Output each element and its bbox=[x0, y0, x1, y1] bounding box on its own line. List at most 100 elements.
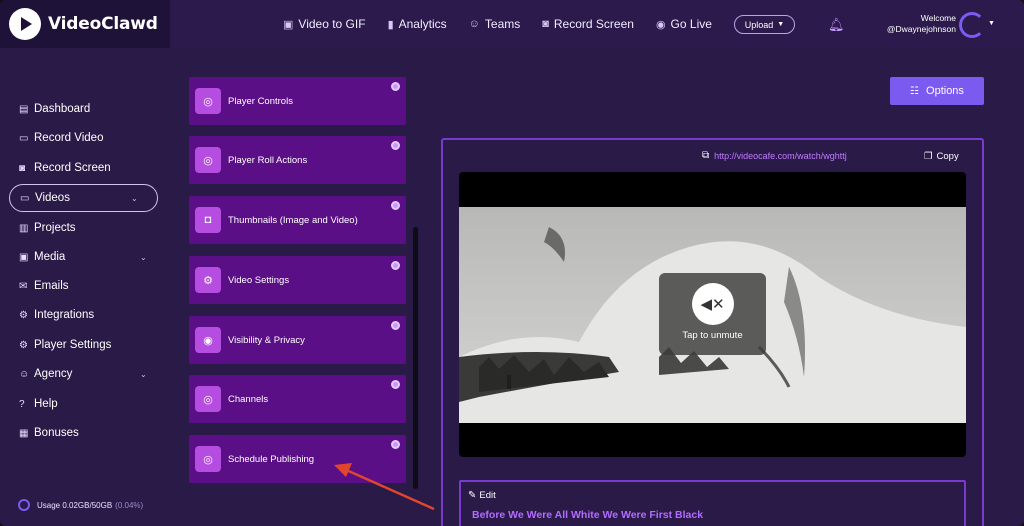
unmute-label: Tap to unmute bbox=[682, 330, 743, 341]
menu-card-channels[interactable]: ◎ Channels bbox=[189, 375, 406, 423]
sidebar-item-label: Record Video bbox=[34, 132, 104, 144]
menu-card-label: Player Controls bbox=[228, 95, 293, 107]
video-icon: ▭ bbox=[20, 192, 30, 204]
muted-speaker-icon: ◀✕ bbox=[691, 283, 734, 325]
help-icon: ? bbox=[19, 398, 25, 410]
info-dot-icon[interactable] bbox=[391, 380, 400, 389]
topnav-label: Go Live bbox=[670, 17, 712, 31]
edit-icon: ✎ bbox=[468, 490, 477, 501]
usage-percent: (0.04%) bbox=[115, 500, 144, 510]
sidebar-item-label: Agency bbox=[34, 368, 73, 380]
chevron-down-icon: ▼ bbox=[777, 21, 785, 28]
menu-card-player-roll-actions[interactable]: ◎ Player Roll Actions bbox=[189, 136, 406, 184]
camera-icon: ◘ bbox=[195, 207, 221, 233]
options-icon: ☷ bbox=[910, 85, 920, 97]
annotation-arrow bbox=[334, 463, 435, 511]
brand-logo[interactable]: VideoClawd bbox=[0, 0, 170, 48]
video-camera-icon: ▭ bbox=[19, 132, 29, 144]
topnav-label: Record Screen bbox=[553, 17, 634, 31]
edit-button[interactable]: ✎ Edit bbox=[468, 490, 496, 501]
sidebar-item-record-video[interactable]: ▭ Record Video bbox=[19, 128, 103, 148]
arrow-shaft bbox=[343, 467, 435, 511]
upload-label: Upload bbox=[744, 19, 774, 30]
folder-icon: ▥ bbox=[19, 222, 29, 234]
info-dot-icon[interactable] bbox=[391, 141, 400, 150]
brand-name: VideoClawd bbox=[48, 14, 158, 34]
gift-icon: ▦ bbox=[19, 427, 29, 439]
bell-icon[interactable]: 🔔︎ bbox=[828, 17, 845, 33]
sidebar-item-label: Help bbox=[34, 398, 58, 410]
options-button[interactable]: ☷ Options bbox=[890, 77, 984, 105]
scrollbar[interactable] bbox=[413, 227, 418, 489]
broadcast-icon: ◉ bbox=[655, 18, 666, 31]
menu-card-player-controls[interactable]: ◎ Player Controls bbox=[189, 77, 406, 125]
menu-card-visibility-privacy[interactable]: ◉ Visibility & Privacy bbox=[189, 316, 406, 364]
bar-chart-icon: ▮ bbox=[387, 18, 394, 31]
sidebar-item-label: Bonuses bbox=[34, 427, 79, 439]
sidebar-item-dashboard[interactable]: ▤ Dashboard bbox=[19, 99, 90, 119]
storage-usage: Usage 0.02GB/50GB (0.04%) bbox=[18, 499, 143, 511]
video-url[interactable]: http://videocafe.com/watch/wghttj bbox=[714, 151, 847, 161]
channels-icon: ◎ bbox=[195, 386, 221, 412]
menu-card-thumbnails[interactable]: ◘ Thumbnails (Image and Video) bbox=[189, 196, 406, 244]
menu-card-label: Visibility & Privacy bbox=[228, 334, 305, 346]
record-icon: ◙ bbox=[542, 18, 549, 30]
sidebar-item-player-settings[interactable]: ⚙ Player Settings bbox=[19, 335, 111, 355]
avatar[interactable] bbox=[959, 12, 985, 38]
sidebar-item-emails[interactable]: ✉ Emails bbox=[19, 276, 69, 296]
topnav-label: Video to GIF bbox=[298, 17, 366, 31]
users-icon: ☺ bbox=[19, 368, 30, 380]
gif-icon: ▣ bbox=[283, 18, 294, 31]
copy-button[interactable]: ❐ Copy bbox=[924, 151, 959, 162]
chevron-down-icon: ⌄ bbox=[131, 193, 138, 203]
unmute-overlay[interactable]: ◀✕ Tap to unmute bbox=[659, 273, 766, 355]
menu-card-video-settings[interactable]: ⚙ Video Settings bbox=[189, 256, 406, 304]
gear-icon: ⚙ bbox=[19, 339, 28, 351]
topnav-analytics[interactable]: ▮ Analytics bbox=[388, 17, 447, 31]
gamepad-icon: ◎ bbox=[195, 88, 221, 114]
copy-label: Copy bbox=[936, 151, 959, 162]
media-icon: ▣ bbox=[19, 251, 29, 263]
sidebar-item-bonuses[interactable]: ▦ Bonuses bbox=[19, 423, 79, 443]
menu-card-label: Thumbnails (Image and Video) bbox=[228, 214, 358, 226]
calendar-icon: ◎ bbox=[195, 446, 221, 472]
video-url-link[interactable]: ⧉ http://videocafe.com/watch/wghttj bbox=[702, 150, 847, 161]
info-dot-icon[interactable] bbox=[391, 82, 400, 91]
sidebar-item-projects[interactable]: ▥ Projects bbox=[19, 218, 76, 238]
record-icon: ◙ bbox=[19, 162, 26, 174]
chevron-down-icon: ⌄ bbox=[140, 252, 147, 262]
user-greeting: Welcome @Dwaynejohnson bbox=[878, 13, 956, 35]
usage-label: Usage 0.02GB/50GB bbox=[37, 500, 113, 510]
sidebar-item-record-screen[interactable]: ◙ Record Screen bbox=[19, 158, 111, 178]
sidebar-item-help[interactable]: ? Help bbox=[19, 394, 58, 414]
topnav-video-to-gif[interactable]: ▣ Video to GIF bbox=[283, 17, 366, 31]
chevron-down-icon[interactable]: ▼ bbox=[988, 20, 995, 27]
eye-icon: ◉ bbox=[195, 327, 221, 353]
sidebar-item-label: Record Screen bbox=[34, 162, 111, 174]
sidebar-item-videos[interactable]: ▭ Videos ⌄ bbox=[9, 184, 158, 212]
sidebar-item-label: Projects bbox=[34, 222, 76, 234]
info-dot-icon[interactable] bbox=[391, 201, 400, 210]
team-icon: ☺ bbox=[468, 18, 480, 30]
settings-icon: ◎ bbox=[195, 147, 221, 173]
info-dot-icon[interactable] bbox=[391, 261, 400, 270]
sidebar-item-integrations[interactable]: ⚙ Integrations bbox=[19, 305, 94, 325]
options-label: Options bbox=[926, 85, 964, 97]
menu-card-label: Channels bbox=[228, 393, 269, 405]
info-dot-icon[interactable] bbox=[391, 440, 400, 449]
topnav-teams[interactable]: ☺ Teams bbox=[469, 17, 521, 31]
topnav-go-live[interactable]: ◉ Go Live bbox=[656, 17, 712, 31]
dashboard-icon: ▤ bbox=[19, 103, 29, 115]
upload-button[interactable]: Upload ▼ bbox=[734, 15, 795, 34]
menu-card-label: Player Roll Actions bbox=[228, 154, 308, 166]
menu-card-label: Video Settings bbox=[228, 274, 290, 286]
top-header: VideoClawd ▣ Video to GIF ▮ Analytics ☺ … bbox=[0, 0, 1024, 48]
topnav-record-screen[interactable]: ◙ Record Screen bbox=[542, 17, 634, 31]
sidebar-item-media[interactable]: ▣ Media ⌄ bbox=[19, 247, 147, 267]
usage-ring-icon bbox=[18, 499, 30, 511]
sidebar-item-agency[interactable]: ☺ Agency ⌄ bbox=[19, 364, 147, 384]
info-dot-icon[interactable] bbox=[391, 321, 400, 330]
gear-icon: ⚙ bbox=[195, 267, 221, 293]
user-handle: @Dwaynejohnson bbox=[886, 24, 956, 34]
topnav-label: Teams bbox=[484, 17, 521, 31]
